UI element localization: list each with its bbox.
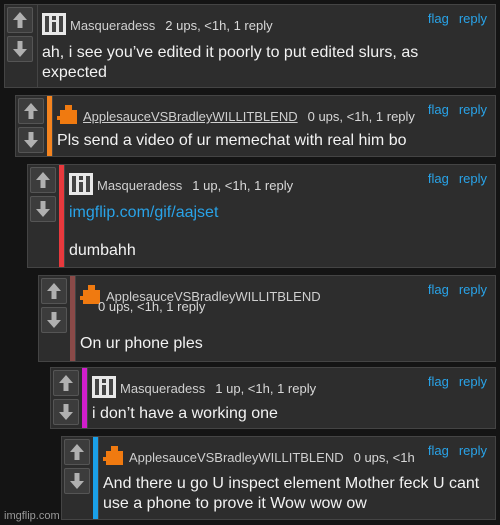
comment-actions: flag reply <box>418 374 487 389</box>
avatar[interactable] <box>92 376 116 401</box>
vote-column <box>39 276 73 361</box>
masquerade-avatar-icon <box>42 13 66 35</box>
comment-stats: 1 up, <1h, 1 reply <box>215 381 317 396</box>
upvote-button[interactable] <box>41 278 67 304</box>
comment-body: Masqueradess 1 up, <1h, 1 reply flag repl… <box>64 165 495 267</box>
flag-link[interactable]: flag <box>428 282 449 297</box>
up-arrow-icon <box>36 172 50 188</box>
pixel-avatar-icon <box>57 105 77 124</box>
comment-meta: ApplesauceVSBradleyWILLITBLEND 0 ups, <1… <box>57 104 415 129</box>
flag-link[interactable]: flag <box>428 11 449 26</box>
comment-meta: Masqueradess 2 ups, <1h, 1 reply <box>42 13 273 38</box>
username-link[interactable]: ApplesauceVSBradleyWILLITBLEND <box>83 109 298 124</box>
downvote-button[interactable] <box>53 399 79 425</box>
comment-actions: flag reply <box>418 443 487 458</box>
comment-stats: 0 ups, <1h, 1 reply <box>98 299 206 314</box>
upvote-button[interactable] <box>53 370 79 396</box>
comment-stats: 1 up, <1h, 1 reply <box>192 178 294 193</box>
comment-actions: flag reply <box>418 171 487 186</box>
vote-column <box>16 96 50 156</box>
comment-actions: flag reply <box>418 11 487 26</box>
comment-text: And there u go U inspect element Mother … <box>103 475 480 512</box>
comment-text: On ur phone ples <box>80 335 203 352</box>
comment-stats: 0 ups, <1h, 1 reply <box>307 109 415 124</box>
pixel-avatar-icon <box>103 446 123 465</box>
comment-stats: 0 ups, <1h <box>353 450 415 465</box>
comment-body: ApplesauceVSBradleyWILLITBLEND 0 ups, <1… <box>52 96 495 156</box>
gif-link[interactable]: imgflip.com/gif/aajset <box>69 203 218 223</box>
comment-2: ApplesauceVSBradleyWILLITBLEND 0 ups, <1… <box>15 95 496 157</box>
comment-text: i don’t have a working one <box>92 405 278 422</box>
downvote-button[interactable] <box>30 196 56 222</box>
flag-link[interactable]: flag <box>428 102 449 117</box>
up-arrow-icon <box>47 283 61 299</box>
comment-body: Masqueradess 2 ups, <1h, 1 reply flag rep… <box>37 5 495 87</box>
upvote-button[interactable] <box>18 98 44 124</box>
up-arrow-icon <box>59 375 73 391</box>
reply-link[interactable]: reply <box>459 282 487 297</box>
username-link[interactable]: ApplesauceVSBradleyWILLITBLEND <box>129 450 344 465</box>
comment-meta: Masqueradess 1 up, <1h, 1 reply <box>69 173 293 198</box>
up-arrow-icon <box>13 12 27 28</box>
vote-column <box>62 437 96 519</box>
downvote-button[interactable] <box>7 36 33 62</box>
comment-6: ApplesauceVSBradleyWILLITBLEND 0 ups, <1… <box>61 436 496 520</box>
avatar[interactable] <box>57 104 79 129</box>
reply-link[interactable]: reply <box>459 102 487 117</box>
reply-link[interactable]: reply <box>459 11 487 26</box>
down-arrow-icon <box>36 201 50 217</box>
masquerade-avatar-icon <box>92 376 116 398</box>
upvote-button[interactable] <box>64 439 90 465</box>
comment-meta: ApplesauceVSBradleyWILLITBLEND 0 ups, <1… <box>103 445 415 470</box>
comment-body: ApplesauceVSBradleyWILLITBLEND 0 ups, <1… <box>98 437 495 519</box>
watermark: imgflip.com <box>4 510 60 522</box>
up-arrow-icon <box>70 444 84 460</box>
down-arrow-icon <box>47 312 61 328</box>
flag-link[interactable]: flag <box>428 374 449 389</box>
avatar[interactable] <box>42 13 66 38</box>
comment-5: Masqueradess 1 up, <1h, 1 reply flag repl… <box>50 367 496 429</box>
reply-link[interactable]: reply <box>459 171 487 186</box>
avatar[interactable] <box>69 173 93 198</box>
comment-body: Masqueradess 1 up, <1h, 1 reply flag repl… <box>87 368 495 428</box>
comment-3: Masqueradess 1 up, <1h, 1 reply flag repl… <box>27 164 496 268</box>
up-arrow-icon <box>24 103 38 119</box>
vote-column <box>51 368 85 428</box>
vote-column <box>5 5 39 87</box>
upvote-button[interactable] <box>30 167 56 193</box>
comment-text: Pls send a video of ur memechat with rea… <box>57 132 407 149</box>
downvote-button[interactable] <box>18 127 44 153</box>
comment-text: dumbahh <box>69 242 136 259</box>
down-arrow-icon <box>13 41 27 57</box>
comment-stats: 2 ups, <1h, 1 reply <box>165 18 273 33</box>
down-arrow-icon <box>24 132 38 148</box>
comment-1: Masqueradess 2 ups, <1h, 1 reply flag rep… <box>4 4 496 88</box>
down-arrow-icon <box>70 473 84 489</box>
downvote-button[interactable] <box>64 468 90 494</box>
avatar[interactable] <box>103 445 125 470</box>
comment-4: ApplesauceVSBradleyWILLITBLEND 0 ups, <1… <box>38 275 496 362</box>
comment-actions: flag reply <box>418 102 487 117</box>
comment-actions: flag reply <box>418 282 487 297</box>
downvote-button[interactable] <box>41 307 67 333</box>
flag-link[interactable]: flag <box>428 443 449 458</box>
comment-meta: Masqueradess 1 up, <1h, 1 reply <box>92 376 316 401</box>
reply-link[interactable]: reply <box>459 374 487 389</box>
flag-link[interactable]: flag <box>428 171 449 186</box>
username-link[interactable]: Masqueradess <box>97 178 182 193</box>
upvote-button[interactable] <box>7 7 33 33</box>
down-arrow-icon <box>59 404 73 420</box>
username-link[interactable]: Masqueradess <box>120 381 205 396</box>
comment-body: ApplesauceVSBradleyWILLITBLEND 0 ups, <1… <box>75 276 495 361</box>
reply-link[interactable]: reply <box>459 443 487 458</box>
comment-text: ah, i see you’ve edited it poorly to put… <box>42 44 419 81</box>
masquerade-avatar-icon <box>69 173 93 195</box>
vote-column <box>28 165 62 267</box>
username-link[interactable]: Masqueradess <box>70 18 155 33</box>
